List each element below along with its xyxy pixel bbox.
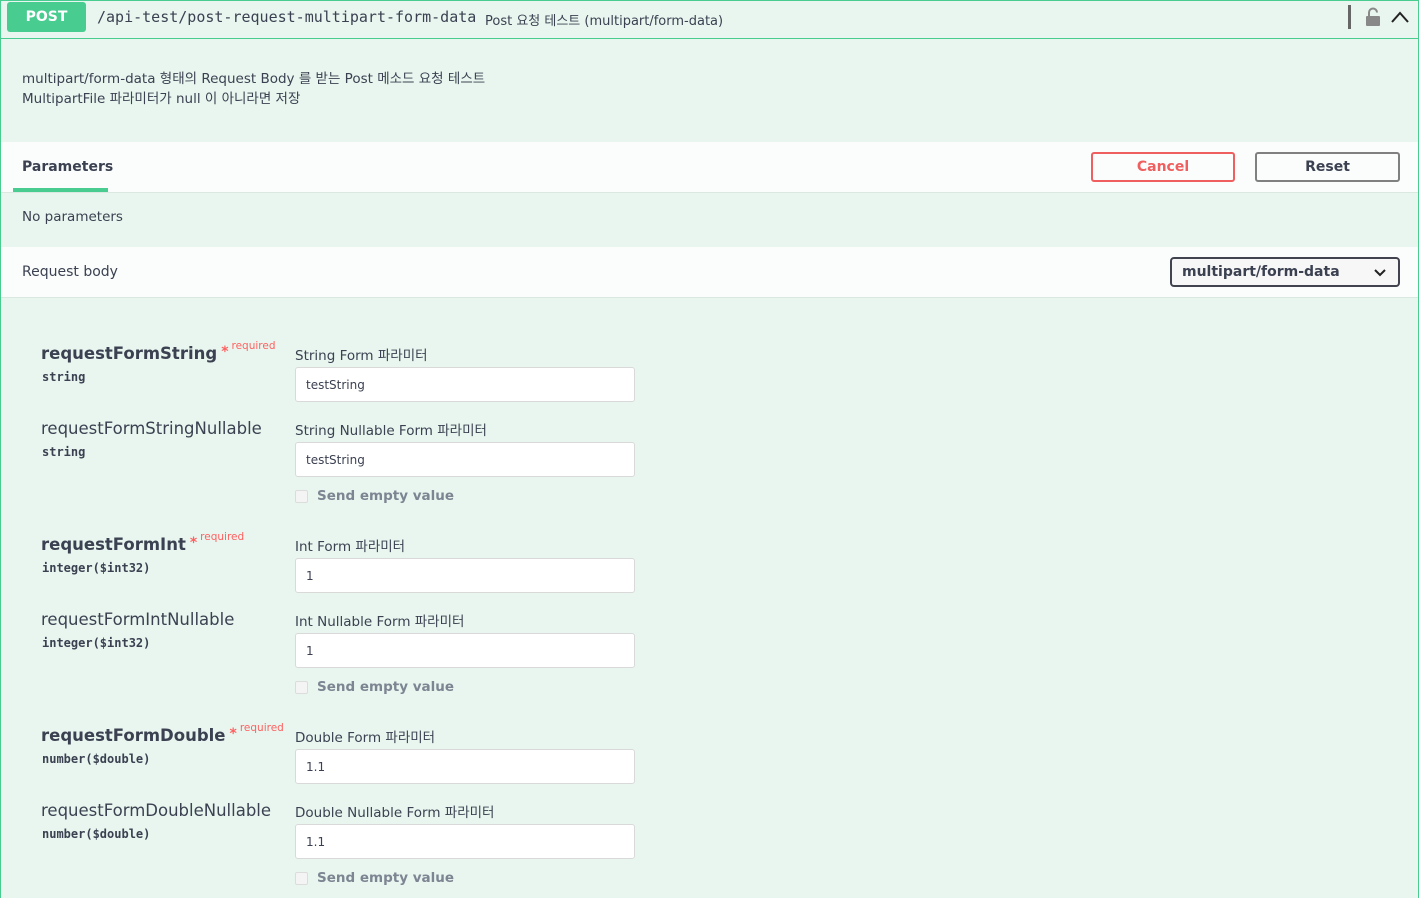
param-name-requestFormDoubleNullable: requestFormDoubleNullable [41, 801, 272, 820]
requestFormIntNullable-input[interactable] [295, 633, 635, 668]
post-operation-block: POST /api-test/post-request-multipart-fo… [0, 0, 1419, 898]
reset-button[interactable]: Reset [1255, 152, 1400, 182]
param-description: String Form 파라미터 [295, 348, 428, 364]
requestFormInt-input[interactable] [295, 558, 635, 593]
required-label: required [239, 722, 284, 734]
send-empty-value-label: Send empty value [317, 679, 454, 695]
request-body-header: Request body multipart/form-data [1, 247, 1418, 298]
unlocked-lock-icon[interactable] [1365, 7, 1381, 27]
operation-description: multipart/form-data 형태의 Request Body 를 받… [22, 69, 485, 109]
param-type: string [42, 445, 86, 459]
required-star: * [189, 535, 198, 551]
param-type: integer($int32) [42, 636, 151, 650]
chevron-down-icon [1374, 269, 1386, 277]
param-description: Double Nullable Form 파라미터 [295, 805, 495, 821]
request-body-label: Request body [22, 264, 118, 280]
param-type: integer($int32) [42, 561, 151, 575]
required-label: required [200, 531, 245, 543]
param-description: Int Form 파라미터 [295, 539, 406, 555]
param-name-requestFormDouble: requestFormDouble * required [41, 722, 284, 745]
operation-summary-description: Post 요청 테스트 (multipart/form-data) [485, 14, 724, 29]
cancel-button[interactable]: Cancel [1091, 152, 1235, 182]
send-empty-value-checkbox[interactable] [295, 680, 308, 694]
param-type: number($double) [42, 752, 151, 766]
send-empty-value-option[interactable]: Send empty value [295, 870, 454, 886]
send-empty-value-option[interactable]: Send empty value [295, 679, 454, 695]
endpoint-path: /api-test/post-request-multipart-form-da… [97, 8, 477, 26]
required-star: * [229, 726, 237, 742]
requestFormDouble-input[interactable] [295, 749, 635, 784]
param-name-requestFormIntNullable: requestFormIntNullable [41, 610, 235, 629]
chevron-up-icon[interactable] [1390, 9, 1410, 25]
content-type-value: multipart/form-data [1182, 264, 1340, 280]
param-name-requestFormString: requestFormString * required [41, 340, 276, 363]
param-type: string [42, 370, 86, 384]
tab-parameters[interactable]: Parameters [13, 142, 113, 192]
param-name-requestFormInt: requestFormInt * required [41, 531, 245, 554]
description-line-2: MultipartFile 파라미터가 null 이 아니라면 저장 [22, 91, 301, 107]
requestFormStringNullable-input[interactable] [295, 442, 635, 477]
param-description: Double Form 파라미터 [295, 730, 436, 746]
send-empty-value-label: Send empty value [317, 870, 454, 886]
param-description: String Nullable Form 파라미터 [295, 423, 487, 439]
parameters-header: Parameters Cancel Reset [1, 142, 1418, 193]
requestFormString-input[interactable] [295, 367, 635, 402]
param-description: Int Nullable Form 파라미터 [295, 614, 465, 630]
description-line-1: multipart/form-data 형태의 Request Body 를 받… [22, 71, 486, 87]
send-empty-value-label: Send empty value [317, 488, 454, 504]
required-label: required [231, 340, 276, 352]
param-type: number($double) [42, 827, 151, 841]
no-parameters-text: No parameters [22, 209, 123, 225]
param-name-requestFormStringNullable: requestFormStringNullable [41, 419, 262, 438]
content-type-select[interactable]: multipart/form-data [1170, 257, 1400, 287]
send-empty-value-option[interactable]: Send empty value [295, 488, 454, 504]
required-star: * [221, 344, 229, 360]
send-empty-value-checkbox[interactable] [295, 489, 308, 503]
divider [1348, 5, 1351, 29]
requestFormDoubleNullable-input[interactable] [295, 824, 635, 859]
operation-summary[interactable]: POST /api-test/post-request-multipart-fo… [1, 1, 1418, 39]
method-badge: POST [7, 2, 86, 32]
send-empty-value-checkbox[interactable] [295, 871, 308, 885]
